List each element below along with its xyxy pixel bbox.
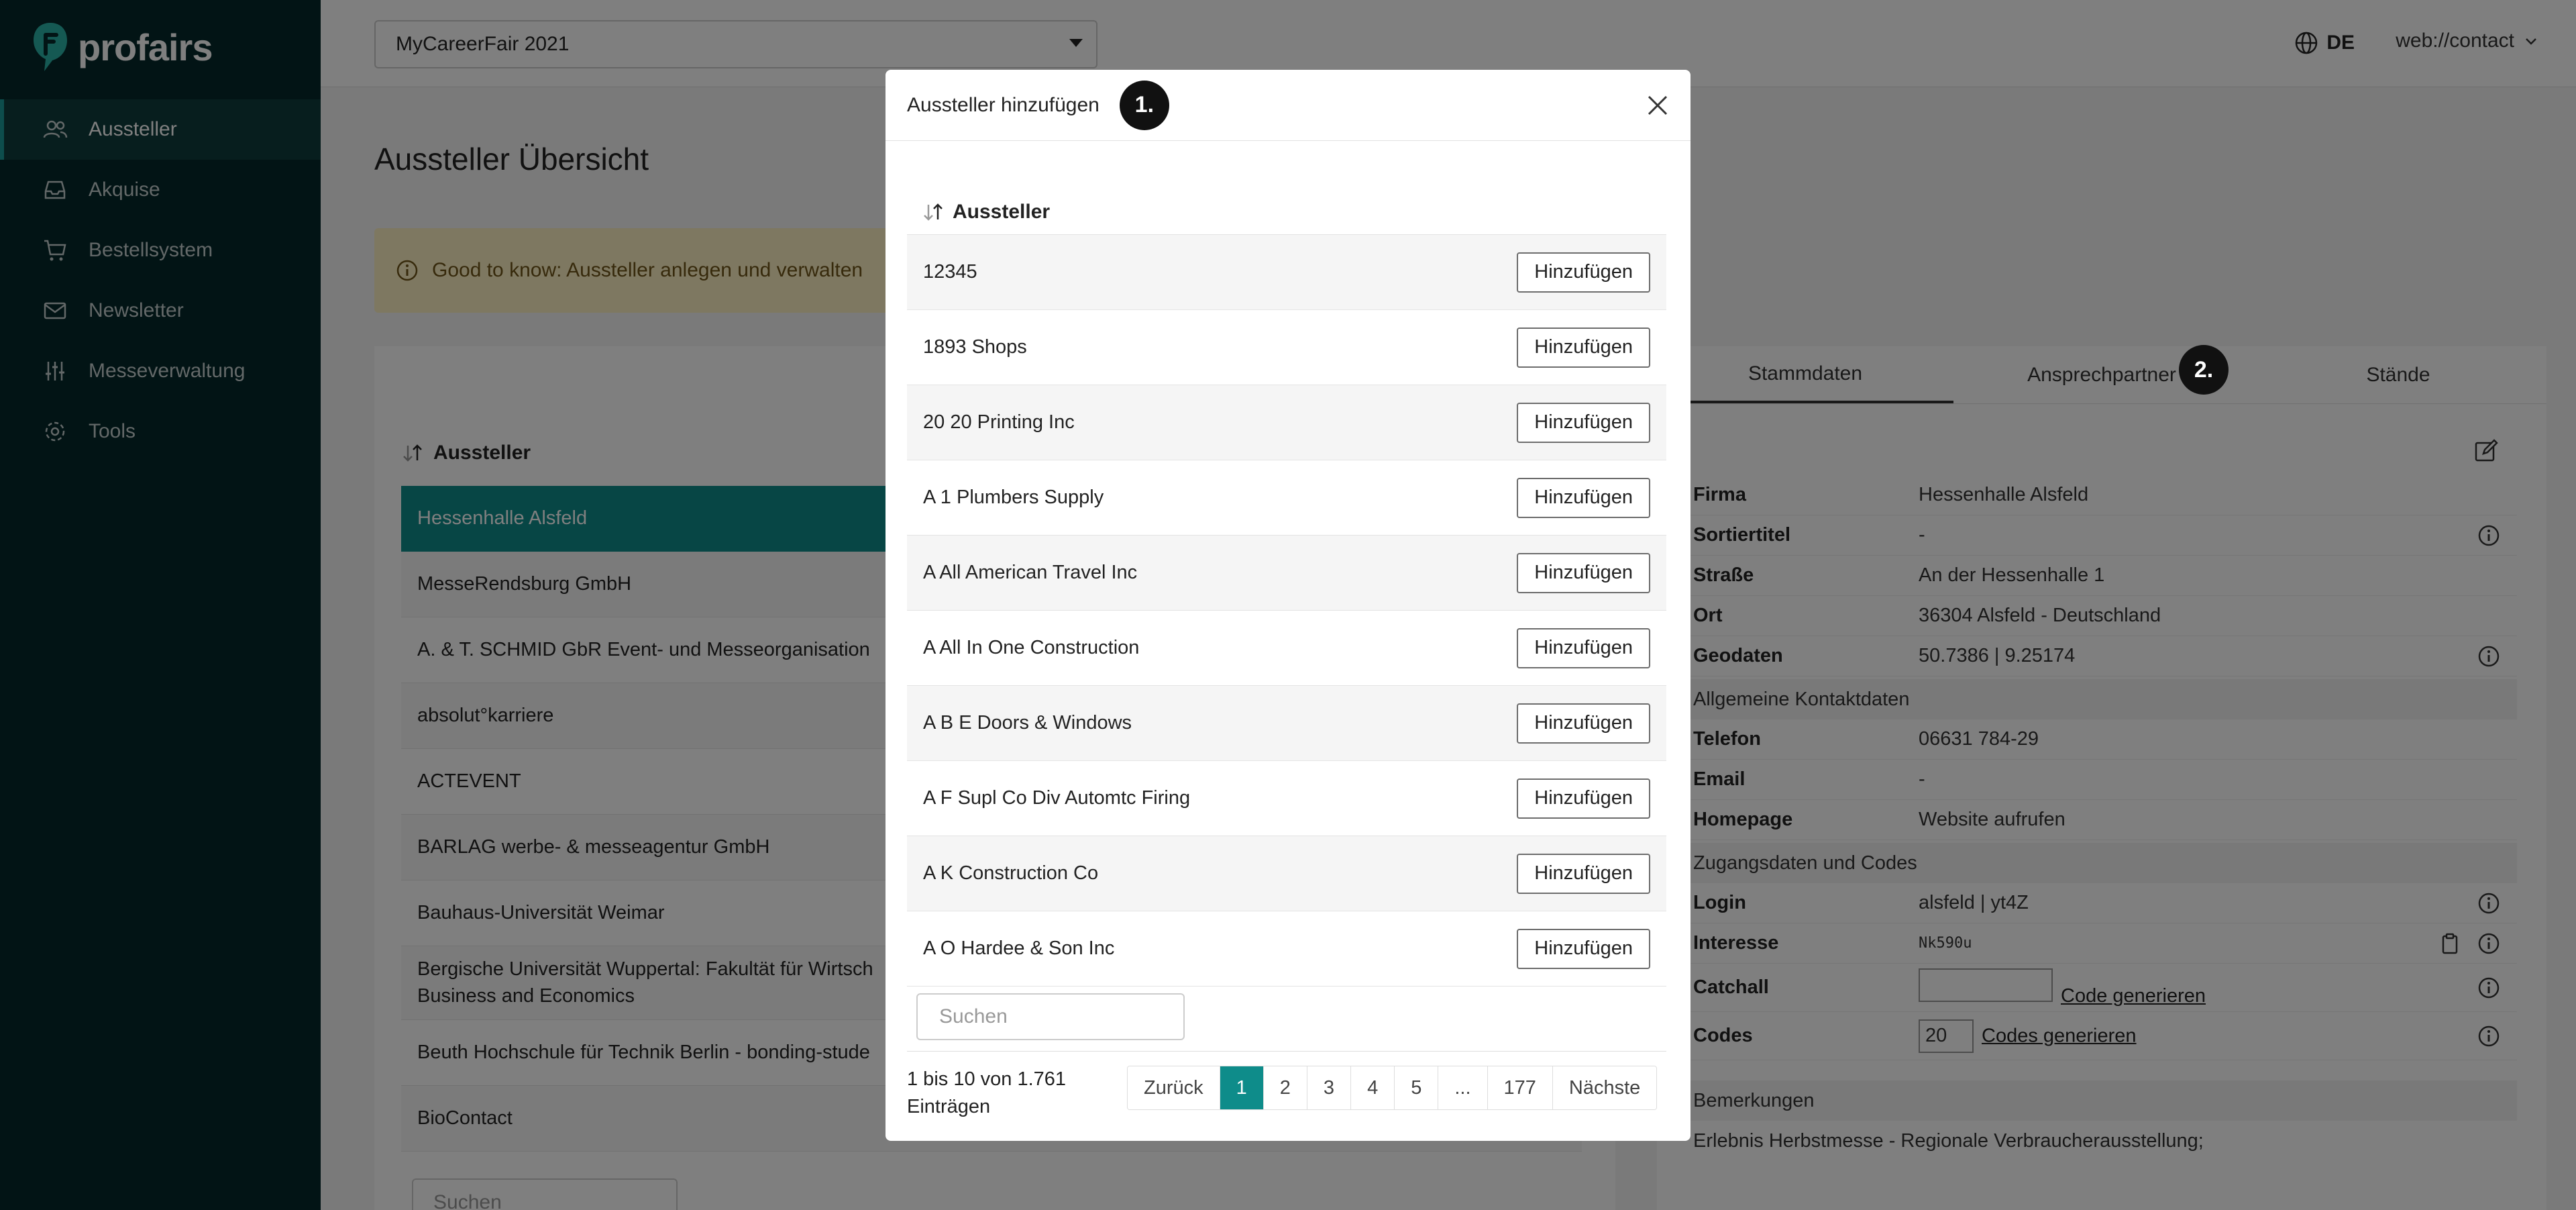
row-label: A O Hardee & Son Inc	[923, 938, 1115, 959]
row-label: 1893 Shops	[923, 336, 1027, 358]
table-row: A All In One Construction Hinzufügen	[907, 611, 1666, 686]
add-button[interactable]: Hinzufügen	[1517, 327, 1650, 368]
table-row: A All American Travel Inc Hinzufügen	[907, 536, 1666, 611]
page-button-5[interactable]: 5	[1395, 1066, 1439, 1109]
modal-search-input[interactable]: Suchen	[916, 993, 1185, 1040]
table-row: 20 20 Printing Inc Hinzufügen	[907, 385, 1666, 460]
add-button[interactable]: Hinzufügen	[1517, 627, 1650, 668]
add-button[interactable]: Hinzufügen	[1517, 477, 1650, 518]
modal-title: Aussteller hinzufügen	[907, 93, 1099, 116]
add-button[interactable]: Hinzufügen	[1517, 928, 1650, 969]
table-row: A 1 Plumbers Supply Hinzufügen	[907, 460, 1666, 536]
row-label: A All In One Construction	[923, 637, 1140, 658]
row-label: A K Construction Co	[923, 862, 1099, 884]
modal-exhibitor-list: 12345 Hinzufügen 1893 Shops Hinzufügen 20 …	[907, 235, 1666, 987]
row-label: A F Supl Co Div Automtc Firing	[923, 787, 1191, 809]
table-row: 12345 Hinzufügen	[907, 235, 1666, 310]
column-label: Aussteller	[953, 200, 1051, 223]
add-button[interactable]: Hinzufügen	[1517, 402, 1650, 443]
pagination-info-line: 1 bis 10 von 1.761	[907, 1068, 1067, 1090]
pagination: Zurück 1 2 3 4 5 ... 177 Nächste	[1127, 1066, 1658, 1110]
row-label: A All American Travel Inc	[923, 562, 1138, 583]
page-button-3[interactable]: 3	[1307, 1066, 1352, 1109]
step-badge-1: 1.	[1119, 80, 1169, 130]
page-ellipsis: ...	[1438, 1066, 1488, 1109]
table-row: A F Supl Co Div Automtc Firing Hinzufügen	[907, 761, 1666, 836]
step-badge-2: 2.	[2179, 345, 2229, 395]
page-button-4[interactable]: 4	[1351, 1066, 1395, 1109]
pagination-info-line: Einträgen	[907, 1095, 991, 1117]
modal-table-header[interactable]: Aussteller	[907, 189, 1666, 235]
table-row: 1893 Shops Hinzufügen	[907, 310, 1666, 385]
table-row: A O Hardee & Son Inc Hinzufügen	[907, 911, 1666, 987]
page-prev-button[interactable]: Zurück	[1128, 1066, 1220, 1109]
pagination-info: 1 bis 10 von 1.761 Einträgen	[907, 1066, 1108, 1120]
page-button-2[interactable]: 2	[1263, 1066, 1307, 1109]
row-label: A B E Doors & Windows	[923, 712, 1132, 734]
row-label: 12345	[923, 261, 977, 283]
add-button[interactable]: Hinzufügen	[1517, 703, 1650, 744]
row-label: 20 20 Printing Inc	[923, 411, 1075, 433]
add-button[interactable]: Hinzufügen	[1517, 853, 1650, 894]
divider	[907, 1051, 1666, 1052]
modal-header: Aussteller hinzufügen 1.	[885, 70, 1690, 141]
add-button[interactable]: Hinzufügen	[1517, 552, 1650, 593]
add-button[interactable]: Hinzufügen	[1517, 252, 1650, 293]
add-button[interactable]: Hinzufügen	[1517, 778, 1650, 819]
table-row: A B E Doors & Windows Hinzufügen	[907, 686, 1666, 761]
table-row: A K Construction Co Hinzufügen	[907, 836, 1666, 911]
close-icon[interactable]	[1644, 91, 1672, 119]
page-button-1[interactable]: 1	[1220, 1066, 1264, 1109]
row-label: A 1 Plumbers Supply	[923, 487, 1104, 508]
page-button-177[interactable]: 177	[1487, 1066, 1553, 1109]
page-next-button[interactable]: Nächste	[1552, 1066, 1657, 1109]
add-exhibitor-modal: Aussteller hinzufügen 1. Aussteller 1234…	[885, 70, 1690, 1141]
sort-icon	[924, 203, 943, 221]
